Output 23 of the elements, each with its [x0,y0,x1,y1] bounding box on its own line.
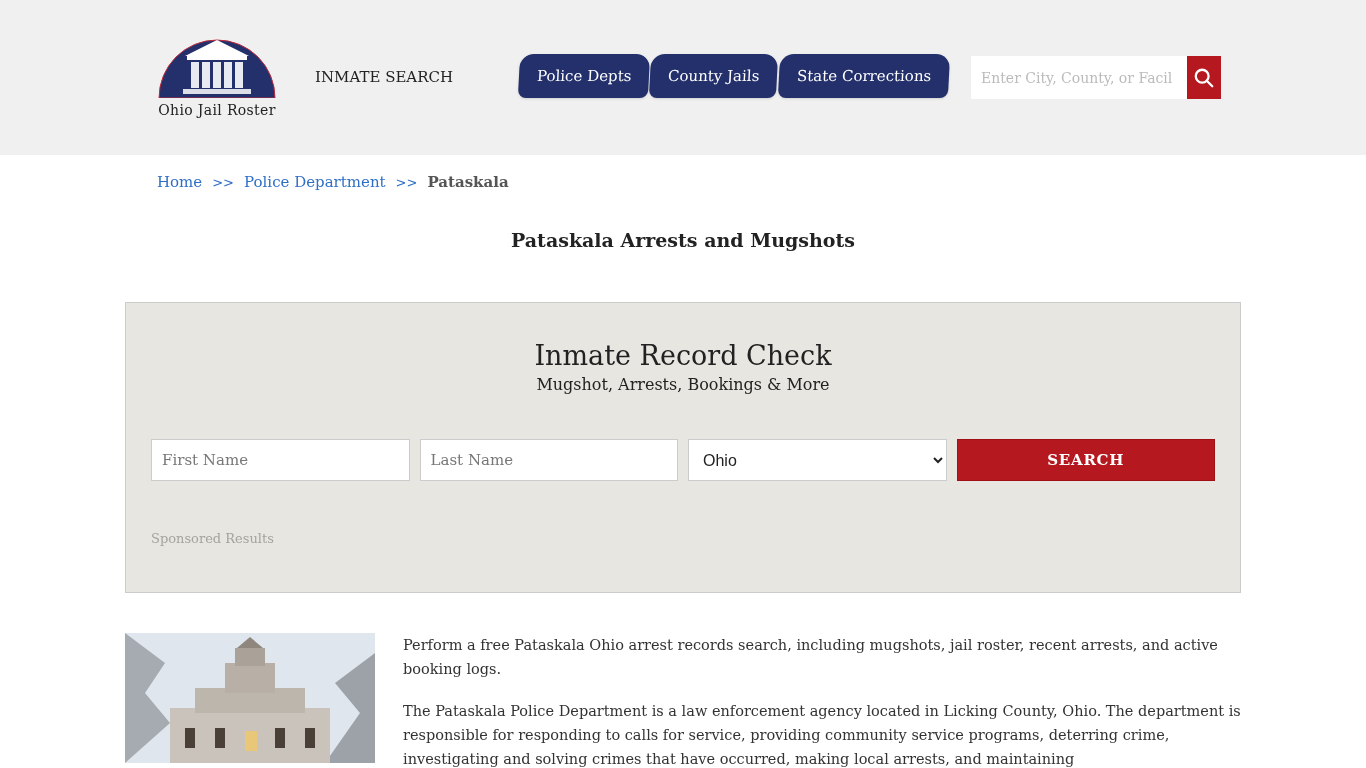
search-field[interactable]: Enter City, County, or Facil [971,56,1187,99]
search-button[interactable] [1187,56,1221,99]
sponsored-label: Sponsored Results [151,530,275,548]
search-icon [1193,66,1215,89]
search-submit-button[interactable]: SEARCH [956,439,1215,481]
logo-text: Ohio Jail Roster [158,101,276,120]
breadcrumb-current: Pataskala [427,172,509,193]
breadcrumb-separator: >> [212,173,234,192]
inmate-search-link[interactable]: INMATE SEARCH [315,66,454,89]
nav-tab[interactable]: State Corrections [777,53,951,98]
record-check-subtitle: Mugshot, Arrests, Bookings & More [535,374,831,396]
breadcrumb-separator: >> [395,173,418,192]
page-title: Pataskala Arrests and Mugshots [510,227,856,253]
last-name-field[interactable]: Last Name [419,439,678,481]
state-select[interactable]: Ohio [688,439,947,481]
article-paragraph: The Pataskala Police Department is a law enforcement agency located in Licking County, Ohio. The department is responsible for responding to calls for service, providing community service programs, deterring crime, investigating and solving crimes that have occurred, making local arrests, and maintaining [403,702,1241,768]
nav-tab[interactable]: Police Depts [517,53,651,98]
breadcrumb-link[interactable]: Police Department [244,171,386,194]
first-name-field[interactable]: First Name [151,439,410,481]
breadcrumb-link[interactable]: Home [157,171,203,194]
nav-tab[interactable]: County Jails [649,53,779,98]
article-paragraph: Perform a free Pataskala Ohio arrest records search, including mugshots, jail roster, recent arrests, and active booking logs. [403,636,1219,679]
record-check-title: Inmate Record Check [533,339,833,373]
